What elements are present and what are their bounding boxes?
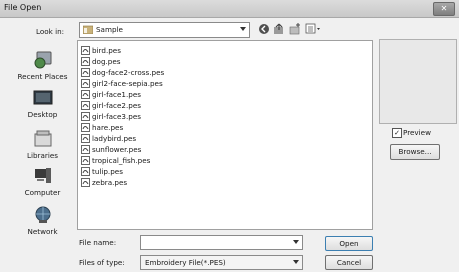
close-button[interactable]: ✕ — [433, 2, 455, 16]
pes-file-icon — [81, 46, 90, 55]
file-type-label: Files of type: — [79, 258, 125, 267]
place-libraries[interactable]: Libraries — [11, 129, 74, 160]
look-in-combo[interactable]: Sample — [79, 22, 250, 38]
chevron-down-icon — [293, 260, 299, 264]
preview-pane — [379, 39, 457, 124]
pes-file-icon — [81, 90, 90, 99]
pes-file-icon — [81, 145, 90, 154]
file-type-value: Embroidery File(*.PES) — [145, 258, 226, 267]
browse-button[interactable]: Browse... — [390, 144, 440, 160]
pes-file-icon — [81, 112, 90, 121]
computer-icon — [34, 168, 51, 183]
pes-file-icon — [81, 101, 90, 110]
look-in-label: Look in: — [36, 27, 65, 36]
pes-file-icon — [81, 57, 90, 66]
place-computer[interactable]: Computer — [11, 166, 74, 197]
pes-file-icon — [81, 167, 90, 176]
folder-icon — [83, 25, 93, 34]
preview-label: Preview — [403, 128, 431, 137]
recent-places-icon — [34, 51, 51, 69]
file-name-label: File name: — [79, 238, 117, 247]
place-network[interactable]: Network — [11, 205, 74, 236]
check-icon: ✓ — [394, 129, 400, 137]
up-folder-icon[interactable] — [273, 23, 285, 35]
desktop-icon — [33, 90, 52, 105]
cancel-button[interactable]: Cancel — [325, 255, 373, 270]
place-recent-places[interactable]: Recent Places — [11, 50, 74, 81]
libraries-icon — [34, 130, 51, 147]
new-folder-icon[interactable] — [289, 23, 301, 35]
places-bar: Recent Places Desktop Libraries Computer… — [11, 40, 74, 236]
file-list[interactable]: bird.pes dog.pes dog-face2-cross.pes gir… — [77, 40, 373, 230]
pes-file-icon — [81, 134, 90, 143]
place-desktop[interactable]: Desktop — [11, 88, 74, 119]
back-icon[interactable] — [258, 23, 270, 35]
title-bar: File Open ✕ — [0, 0, 459, 18]
preview-checkbox[interactable]: ✓ — [392, 128, 402, 138]
close-icon: ✕ — [440, 4, 448, 13]
window-title: File Open — [4, 3, 42, 12]
view-menu-icon[interactable] — [305, 23, 321, 35]
look-in-value: Sample — [96, 25, 123, 34]
network-icon — [35, 206, 50, 223]
pes-file-icon — [81, 123, 90, 132]
pes-file-icon — [81, 79, 90, 88]
pes-file-icon — [81, 156, 90, 165]
file-name-input[interactable] — [140, 235, 303, 250]
file-type-select[interactable]: Embroidery File(*.PES) — [140, 255, 303, 270]
chevron-down-icon — [240, 27, 246, 31]
pes-file-icon — [81, 178, 90, 187]
pes-file-icon — [81, 68, 90, 77]
open-button[interactable]: Open — [325, 236, 373, 251]
chevron-down-icon[interactable] — [293, 240, 299, 244]
